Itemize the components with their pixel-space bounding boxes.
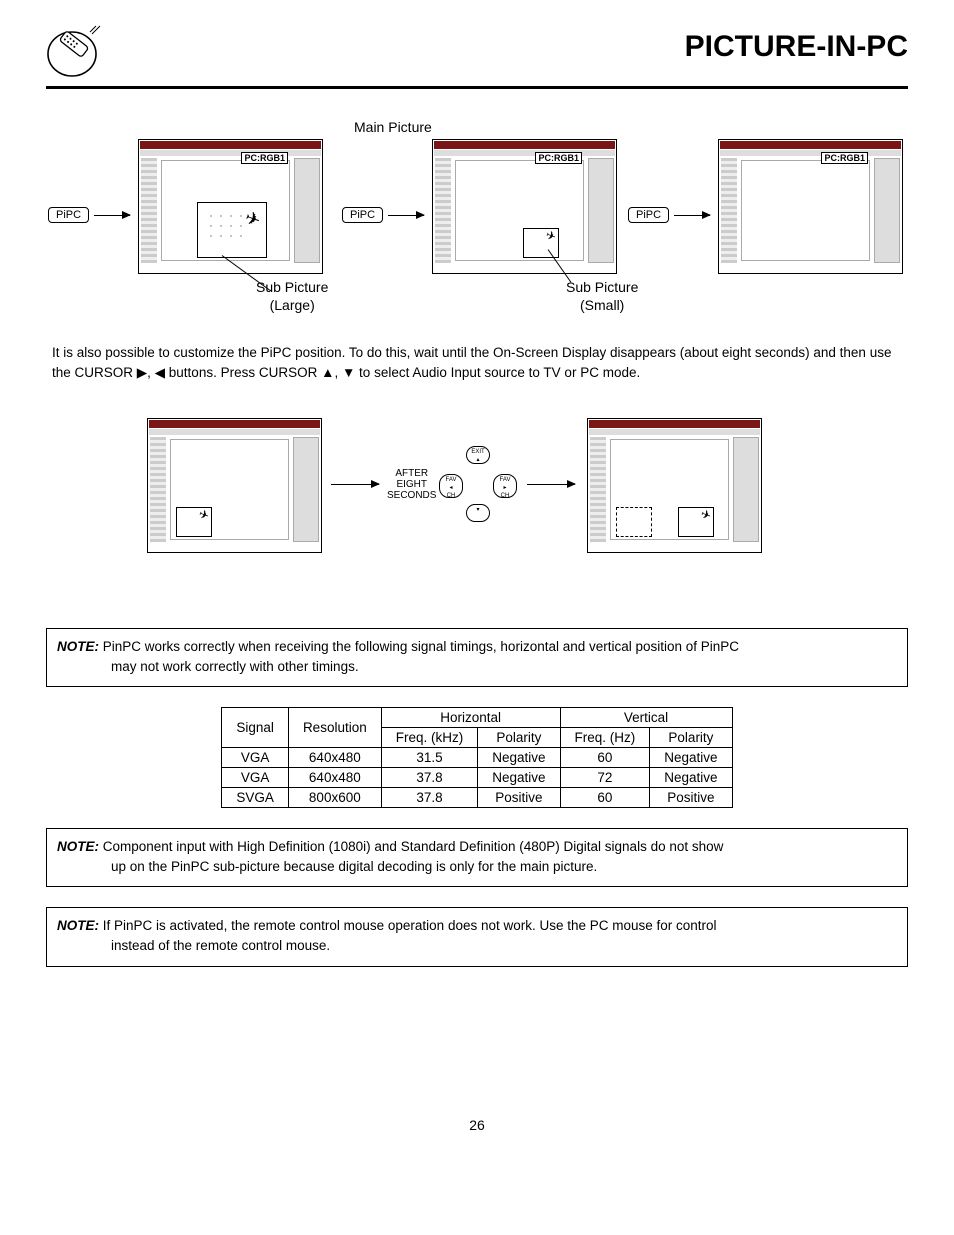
sub-picture-small: ✈ — [523, 228, 559, 258]
note-box-1: NOTE: PinPC works correctly when receivi… — [46, 628, 908, 687]
source-badge: PC:RGB1 — [241, 152, 288, 164]
note-text: PinPC works correctly when receiving the… — [103, 639, 739, 654]
source-badge: PC:RGB1 — [821, 152, 868, 164]
table-header-row: Signal Resolution Horizontal Vertical — [222, 708, 732, 728]
main-picture-label: Main Picture — [354, 119, 432, 135]
arrow-icon — [674, 215, 710, 216]
col-h-pol: Polarity — [478, 728, 560, 748]
instruction-paragraph: It is also possible to customize the PiP… — [52, 343, 902, 382]
dpad-right: FAV ▸ CH — [493, 474, 517, 498]
sub-old-position — [616, 507, 652, 537]
table-row: VGA 640x480 37.8 Negative 72 Negative — [222, 768, 732, 788]
pipc-sequence-diagram: Main Picture PiPC PC:RGB1 ✈ Sub Picture … — [46, 119, 908, 319]
note-box-3: NOTE: If PinPC is activated, the remote … — [46, 907, 908, 966]
note-label: NOTE: — [57, 639, 99, 654]
page-header: PICTURE-IN-PC — [46, 24, 908, 89]
arrow-icon — [527, 484, 575, 485]
col-h-freq: Freq. (kHz) — [381, 728, 478, 748]
sub-picture-large: ✈ — [197, 202, 267, 258]
source-badge: PC:RGB1 — [535, 152, 582, 164]
after-eight-seconds-label: AFTER EIGHT SECONDS — [387, 468, 436, 501]
table-row: SVGA 800x600 37.8 Positive 60 Positive — [222, 788, 732, 808]
remote-icon — [46, 24, 102, 80]
page-number: 26 — [46, 1117, 908, 1133]
pipc-button: PiPC — [342, 207, 383, 223]
arrow-icon — [94, 215, 130, 216]
pipc-move-diagram: ✈ AFTER EIGHT SECONDS EXIT ▴ FAV ◂ CH FA… — [147, 408, 807, 608]
dpad-up: EXIT ▴ — [466, 446, 490, 464]
sub-new-position: ✈ — [678, 507, 714, 537]
table-row: VGA 640x480 31.5 Negative 60 Negative — [222, 748, 732, 768]
page-title: PICTURE-IN-PC — [685, 30, 908, 64]
sub-large-label: Sub Picture (Large) — [256, 279, 328, 314]
col-vertical: Vertical — [560, 708, 732, 728]
screen-after: ✈ — [587, 418, 762, 553]
note-label: NOTE: — [57, 918, 99, 933]
note-label: NOTE: — [57, 839, 99, 854]
screen-with-large-sub: PC:RGB1 ✈ — [138, 139, 323, 274]
screen-before: ✈ — [147, 418, 322, 553]
pipc-button: PiPC — [48, 207, 89, 223]
note-text: Component input with High Definition (10… — [103, 839, 724, 854]
dpad-left: FAV ◂ CH — [439, 474, 463, 498]
arrow-icon — [388, 215, 424, 216]
col-v-freq: Freq. (Hz) — [560, 728, 650, 748]
note-box-2: NOTE: Component input with High Definiti… — [46, 828, 908, 887]
col-signal: Signal — [222, 708, 289, 748]
signal-timing-table: Signal Resolution Horizontal Vertical Fr… — [221, 707, 732, 808]
screen-no-sub: PC:RGB1 — [718, 139, 903, 274]
pipc-button: PiPC — [628, 207, 669, 223]
col-horizontal: Horizontal — [381, 708, 560, 728]
sub-small-label: Sub Picture (Small) — [566, 279, 638, 314]
note-text: If PinPC is activated, the remote contro… — [103, 918, 717, 933]
screen-with-small-sub: PC:RGB1 ✈ — [432, 139, 617, 274]
arrow-icon — [331, 484, 379, 485]
col-v-pol: Polarity — [650, 728, 732, 748]
col-resolution: Resolution — [288, 708, 381, 748]
dpad-down: ▾ — [466, 504, 490, 522]
cursor-dpad: EXIT ▴ FAV ◂ CH FAV ▸ CH ▾ — [439, 446, 517, 524]
